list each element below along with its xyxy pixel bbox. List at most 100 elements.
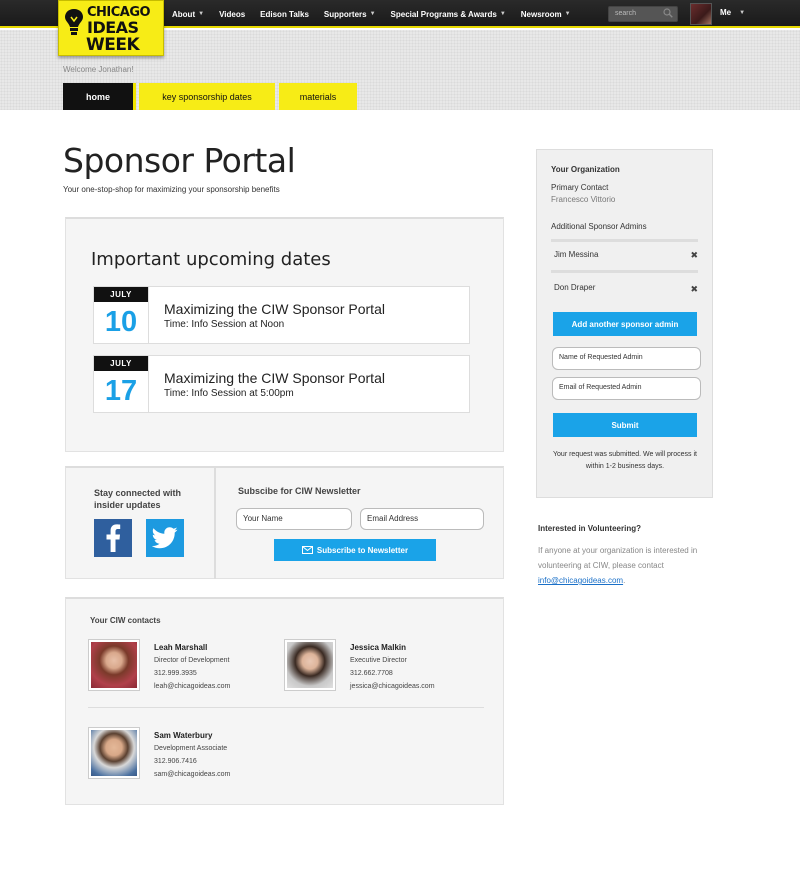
event-time: Time: Info Session at Noon [164, 319, 285, 330]
search-icon[interactable] [663, 8, 673, 18]
user-avatar[interactable] [690, 3, 712, 25]
primary-contact-name: Francesco Vittorio [551, 195, 616, 204]
calendar-icon: JULY 10 [94, 287, 149, 343]
nav-special-programs[interactable]: Special Programs & Awards ▼ [391, 10, 506, 19]
admin-row: Jim Messina ✖ [551, 239, 698, 265]
additional-admins-label: Additional Sponsor Admins [551, 222, 647, 231]
welcome-message: Welcome Jonathan! [63, 65, 134, 74]
event-day: 17 [104, 375, 138, 407]
user-menu[interactable]: Me ▼ [720, 8, 745, 17]
contacts-panel: Your CIW contacts Leah Marshall Director… [65, 597, 504, 805]
contact-email[interactable]: leah@chicagoideas.com [154, 683, 230, 690]
event-month: JULY [94, 287, 148, 302]
contact-role: Executive Director [350, 657, 407, 664]
nav-newsroom[interactable]: Newsroom ▼ [521, 10, 571, 19]
newsletter-email-field[interactable]: Email Address [360, 508, 484, 530]
chevron-down-icon: ▼ [499, 11, 506, 17]
tab-materials[interactable]: materials [279, 83, 357, 110]
contacts-heading: Your CIW contacts [90, 616, 161, 625]
submit-button[interactable]: Submit [553, 413, 697, 437]
contact-role: Development Associate [154, 745, 228, 752]
admin-row: Don Draper ✖ [551, 270, 698, 296]
newsletter-heading: Subscibe for CIW Newsletter [238, 486, 361, 496]
facebook-icon[interactable] [94, 519, 132, 557]
contact-card: Sam Waterbury Development Associate 312.… [88, 727, 278, 782]
search-input[interactable]: search [608, 6, 678, 22]
page-subtitle: Your one-stop-shop for maximizing your s… [63, 185, 280, 194]
contact-name: Sam Waterbury [154, 731, 213, 740]
primary-contact-label: Primary Contact [551, 183, 609, 192]
add-sponsor-admin-button[interactable]: Add another sponsor admin [553, 312, 697, 336]
chevron-down-icon: ▼ [739, 9, 746, 16]
requested-admin-email-field[interactable]: Email of Requested Admin [552, 377, 701, 400]
nav-about[interactable]: About ▼ [172, 10, 204, 19]
nav-edison-talks[interactable]: Edison Talks [260, 10, 309, 19]
chicago-ideas-week-logo[interactable]: CHICAGO IDEAS WEEK [58, 0, 164, 56]
event-day: 10 [104, 306, 138, 338]
upcoming-dates-heading: Important upcoming dates [91, 249, 331, 270]
event-month: JULY [94, 356, 148, 371]
newsletter-name-placeholder: Your Name [243, 514, 283, 523]
requested-admin-email-placeholder: Email of Requested Admin [559, 384, 642, 391]
volunteer-email-link[interactable]: info@chicagoideas.com [538, 576, 623, 585]
remove-icon[interactable]: ✖ [690, 250, 698, 261]
social-newsletter-panel: Stay connected with insider updates Subs… [65, 466, 504, 579]
event-time: Time: Info Session at 5:00pm [164, 388, 294, 399]
lightbulb-icon [65, 9, 83, 35]
contact-email[interactable]: sam@chicagoideas.com [154, 771, 230, 778]
contacts-divider [88, 707, 484, 708]
newsletter-name-field[interactable]: Your Name [236, 508, 352, 530]
tab-home[interactable]: home [63, 83, 136, 110]
volunteer-text: If anyone at your organization is intere… [538, 543, 713, 588]
remove-icon[interactable]: ✖ [690, 284, 698, 295]
chevron-down-icon: ▼ [564, 11, 571, 17]
calendar-icon: JULY 17 [94, 356, 149, 412]
stay-connected-text: Stay connected with insider updates [94, 488, 182, 510]
volunteer-heading: Interested in Volunteering? [538, 524, 641, 533]
contact-phone: 312.999.3935 [154, 670, 197, 677]
tab-key-sponsorship-dates[interactable]: key sponsorship dates [139, 83, 275, 110]
social-section: Stay connected with insider updates [66, 468, 216, 579]
contact-photo [88, 727, 140, 779]
contact-email[interactable]: jessica@chicagoideas.com [350, 683, 435, 690]
volunteer-text-end: . [623, 576, 626, 585]
chevron-down-icon: ▼ [198, 11, 205, 17]
nav-newsroom-label: Newsroom [520, 9, 562, 19]
requested-admin-name-placeholder: Name of Requested Admin [559, 354, 643, 361]
upcoming-dates-panel: Important upcoming dates JULY 10 Maximiz… [65, 217, 504, 452]
contact-name: Leah Marshall [154, 643, 208, 652]
nav-videos[interactable]: Videos [219, 10, 245, 19]
envelope-icon [301, 546, 313, 554]
organization-panel: Your Organization Primary Contact France… [536, 149, 713, 498]
user-menu-label: Me [720, 8, 732, 17]
event-card[interactable]: JULY 17 Maximizing the CIW Sponsor Porta… [93, 355, 470, 413]
contact-card: Leah Marshall Director of Development 31… [88, 639, 278, 694]
event-title: Maximizing the CIW Sponsor Portal [164, 301, 385, 317]
contact-photo [284, 639, 336, 691]
contact-phone: 312.662.7708 [350, 670, 393, 677]
page-title: Sponsor Portal [63, 141, 296, 180]
admin-name: Jim Messina [554, 250, 599, 259]
contact-card: Jessica Malkin Executive Director 312.66… [284, 639, 474, 694]
main-nav: About ▼ Videos Edison Talks Supporters ▼ S… [172, 0, 586, 28]
search-placeholder: search [615, 10, 637, 17]
newsletter-email-placeholder: Email Address [367, 514, 419, 523]
nav-supporters[interactable]: Supporters ▼ [324, 10, 376, 19]
nav-supporters-label: Supporters [323, 9, 367, 19]
request-submitted-message: Your request was submitted. We will proc… [553, 451, 697, 470]
logo-line-2: IDEAS [87, 18, 139, 37]
subscribe-button-label: Subscribe to Newsletter [316, 545, 409, 555]
contact-phone: 312.906.7416 [154, 758, 197, 765]
logo-line-3: WEEK [86, 35, 140, 55]
twitter-icon[interactable] [146, 519, 184, 557]
event-title: Maximizing the CIW Sponsor Portal [164, 370, 385, 386]
nav-about-label: About [172, 9, 196, 19]
volunteer-text-body: If anyone at your organization is intere… [538, 546, 698, 570]
nav-special-programs-label: Special Programs & Awards [390, 9, 497, 19]
contact-role: Director of Development [154, 657, 230, 664]
nav-edison-talks-label: Edison Talks [260, 9, 309, 19]
subscribe-newsletter-button[interactable]: Subscribe to Newsletter [274, 539, 436, 561]
requested-admin-name-field[interactable]: Name of Requested Admin [552, 347, 701, 370]
event-card[interactable]: JULY 10 Maximizing the CIW Sponsor Porta… [93, 286, 470, 344]
contact-photo [88, 639, 140, 691]
